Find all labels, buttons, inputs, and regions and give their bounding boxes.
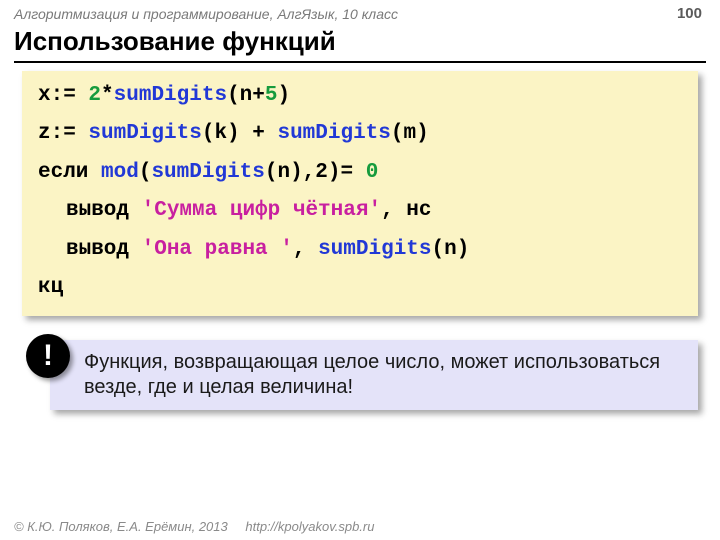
code-block: x:= 2*sumDigits(n+5) z:= sumDigits(k) + … [22, 71, 698, 316]
course-label: Алгоритмизация и программирование, АлгЯз… [14, 6, 398, 22]
slide-number: 100 [677, 5, 702, 22]
footer-link: http://kpolyakov.spb.ru [245, 519, 374, 534]
slide-header: Алгоритмизация и программирование, АлгЯз… [0, 0, 720, 24]
note-box: ! Функция, возвращающая целое число, мож… [50, 340, 698, 410]
page-title: Использование функций [0, 24, 720, 61]
code-line-5: вывод 'Она равна ', sumDigits(n) [38, 235, 682, 265]
code-line-1: x:= 2*sumDigits(n+5) [38, 81, 682, 111]
code-line-3: если mod(sumDigits(n),2)= 0 [38, 158, 682, 188]
exclamation-icon: ! [26, 334, 70, 378]
note-text: Функция, возвращающая целое число, может… [84, 350, 684, 400]
title-divider [14, 61, 706, 63]
slide-footer: © К.Ю. Поляков, Е.А. Ерёмин, 2013 http:/… [14, 519, 374, 534]
code-line-2: z:= sumDigits(k) + sumDigits(m) [38, 119, 682, 149]
copyright: © К.Ю. Поляков, Е.А. Ерёмин, 2013 [14, 519, 228, 534]
code-line-4: вывод 'Сумма цифр чётная', нс [38, 196, 682, 226]
code-line-6: кц [38, 273, 682, 303]
